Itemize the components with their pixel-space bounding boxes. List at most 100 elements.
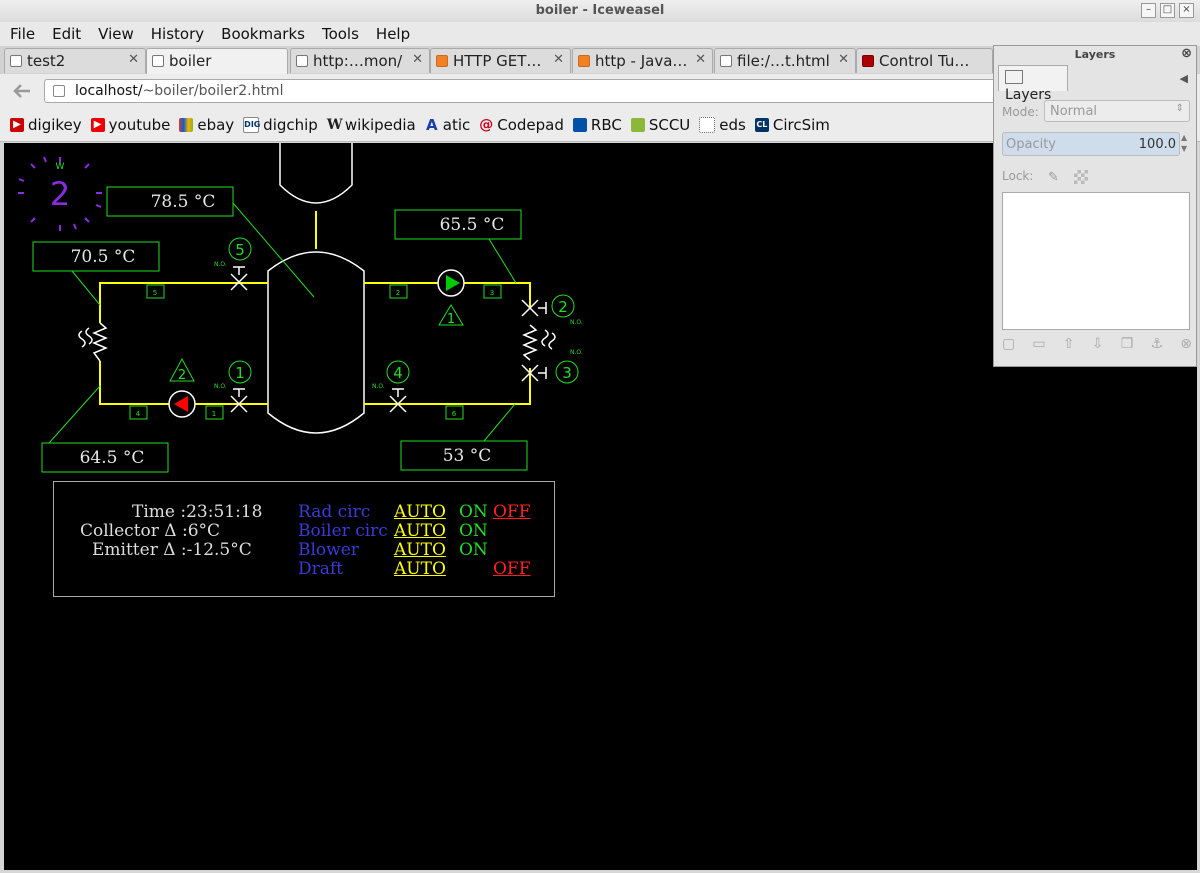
valve-1[interactable] (230, 388, 248, 413)
menu-view[interactable]: View (88, 22, 141, 46)
window-titlebar: boiler - Iceweasel – □ × (0, 0, 1200, 23)
close-window-button[interactable]: × (1179, 3, 1194, 18)
tab-layers[interactable]: Layers (998, 65, 1068, 103)
lock-label: Lock: (1002, 169, 1034, 183)
blower-on-button[interactable]: ON (459, 540, 488, 560)
control-draft-label: Draft (298, 559, 344, 579)
layers-icon (1005, 70, 1023, 84)
tab-close-icon[interactable]: ✕ (553, 52, 564, 67)
valve-3-no-label: N.O. (570, 349, 583, 356)
lock-alpha-icon[interactable] (1074, 170, 1088, 184)
opacity-value: 100.0 (1138, 137, 1176, 152)
bookmark-atic[interactable]: Aatic (425, 115, 471, 134)
close-icon[interactable]: ⊗ (1181, 46, 1192, 61)
lower-right-temperature: 53 °C (443, 446, 492, 466)
new-group-icon[interactable]: ▭ (1032, 336, 1045, 352)
tab-close-icon[interactable]: ✕ (695, 52, 706, 67)
rad-circ-pump[interactable] (168, 390, 196, 418)
bookmark-digchip[interactable]: DIG digchip (243, 116, 318, 134)
valve-2-label: 2 (558, 298, 568, 316)
opacity-spinner[interactable]: ▲ ▼ (1181, 132, 1190, 156)
back-arrow-icon[interactable] (8, 81, 34, 101)
valve-5[interactable] (230, 266, 248, 291)
bookmark-codepad[interactable]: @ Codepad (479, 116, 564, 134)
bookmark-ebay[interactable]: ebay (179, 116, 234, 134)
bookmark-youtube[interactable]: ▶ youtube (90, 116, 170, 134)
opacity-field[interactable]: Opacity 100.0 (1002, 132, 1180, 156)
tab-control-tutorial[interactable]: Control Tu… (856, 48, 993, 73)
boiler-circ-pump[interactable] (437, 269, 465, 297)
anchor-icon[interactable]: ⚓ (1150, 336, 1163, 352)
boiler-circ-auto-button[interactable]: AUTO (394, 521, 446, 541)
tab-label: http - Java… (595, 52, 688, 70)
valve-3-label: 3 (562, 364, 572, 382)
bookmark-circsim[interactable]: CL CircSim (754, 116, 830, 134)
bookmark-label: eds (719, 115, 746, 134)
menu-file[interactable]: File (0, 22, 42, 46)
maximize-button[interactable]: □ (1160, 3, 1175, 18)
rad-circ-auto-button[interactable]: AUTO (394, 502, 446, 522)
bookmark-digikey[interactable]: ▶ digikey (10, 116, 82, 134)
minimize-button[interactable]: – (1141, 3, 1156, 18)
ebay-icon (179, 117, 194, 132)
mode-label: Mode: (1002, 105, 1039, 119)
layers-title-text: Layers (1074, 48, 1116, 61)
valve-3[interactable] (521, 364, 547, 382)
layers-list[interactable] (1002, 192, 1190, 330)
menu-help[interactable]: Help (366, 22, 417, 46)
lower-layer-icon[interactable]: ⇩ (1092, 336, 1104, 352)
boiler-circ-on-button[interactable]: ON (459, 521, 488, 541)
raise-layer-icon[interactable]: ⇧ (1063, 336, 1075, 352)
mode-select[interactable]: Normal ⇕ (1044, 100, 1190, 122)
tab-close-icon[interactable]: ✕ (838, 52, 849, 67)
url-bar[interactable]: localhost/~boiler/boiler2.html (44, 79, 1004, 103)
pipe-loop (99, 282, 531, 405)
sensor-5-label: 5 (153, 289, 157, 297)
menu-edit[interactable]: Edit (42, 22, 88, 46)
menu-tools[interactable]: Tools (312, 22, 366, 46)
draft-auto-button[interactable]: AUTO (394, 559, 446, 579)
status-badge: W 2 (18, 156, 102, 231)
bookmark-label: ebay (197, 115, 235, 134)
tab-close-icon[interactable]: ✕ (412, 52, 423, 67)
url-text[interactable]: localhost/~boiler/boiler2.html (75, 83, 283, 99)
page-icon (53, 85, 65, 97)
tab-label: file:/…t.html (737, 52, 830, 70)
valve-5-label: 5 (235, 241, 245, 259)
delete-layer-icon[interactable]: ⊗ (1180, 336, 1192, 352)
draft-off-button[interactable]: OFF (493, 559, 531, 579)
bookmark-sccu[interactable]: SCCU (630, 115, 691, 134)
page-icon (152, 55, 164, 67)
duplicate-layer-icon[interactable]: ❐ (1121, 336, 1134, 352)
stackoverflow-icon (578, 55, 590, 67)
tab-http-get[interactable]: HTTP GET… ✕ (430, 48, 571, 73)
new-layer-icon[interactable]: ▢ (1002, 336, 1015, 352)
bookmark-label: RBC (590, 115, 622, 134)
layers-button-row: ▢ ▭ ⇧ ⇩ ❐ ⚓ ⊗ (1002, 336, 1192, 352)
youtube-icon: ▶ (90, 117, 105, 132)
bookmark-wikipedia[interactable]: Wwikipedia (327, 116, 416, 134)
bookmark-label: digchip (263, 115, 318, 134)
valve-4[interactable] (389, 388, 407, 413)
blower-auto-button[interactable]: AUTO (394, 540, 446, 560)
panel-menu-icon[interactable]: ◀ (1180, 72, 1188, 85)
stackoverflow-icon (436, 55, 448, 67)
bookmark-eds[interactable]: eds (699, 116, 746, 134)
bookmark-rbc[interactable]: RBC (572, 115, 622, 134)
tab-boiler[interactable]: boiler (146, 48, 288, 75)
emitter-coil-right (522, 324, 556, 361)
bookmark-label: atic (442, 115, 471, 134)
valve-2[interactable] (521, 299, 547, 317)
lock-pixels-icon[interactable]: ✎ (1048, 170, 1059, 185)
bookmark-label: SCCU (648, 115, 691, 134)
rad-circ-on-button[interactable]: ON (459, 502, 488, 522)
tab-file-html[interactable]: file:/…t.html ✕ (714, 48, 856, 73)
tab-close-icon[interactable]: ✕ (128, 52, 139, 67)
tab-test2[interactable]: test2 ✕ (4, 48, 146, 73)
page-icon (699, 116, 716, 133)
menu-history[interactable]: History (141, 22, 211, 46)
tab-http-java[interactable]: http - Java… ✕ (572, 48, 713, 73)
menu-bookmarks[interactable]: Bookmarks (211, 22, 312, 46)
tab-http-mon[interactable]: http:…mon/ ✕ (290, 48, 430, 73)
rad-circ-off-button[interactable]: OFF (493, 502, 531, 522)
